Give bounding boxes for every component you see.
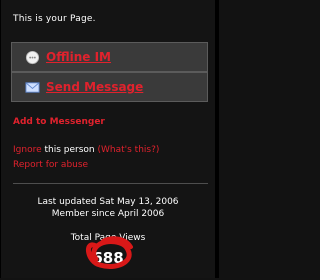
- views-count: 688: [92, 249, 124, 267]
- divider: [13, 183, 208, 184]
- chat-bubble-icon: [25, 50, 40, 65]
- ignore-text: this person: [41, 145, 98, 155]
- envelope-icon: [25, 82, 40, 93]
- last-updated-text: Last updated Sat May 13, 2006: [37, 197, 179, 207]
- member-since-text: Member since April 2006: [51, 209, 165, 219]
- offline-im-box[interactable]: Offline IM: [11, 42, 208, 72]
- add-to-messenger-link[interactable]: Add to Messenger: [13, 117, 105, 127]
- offline-im-link[interactable]: Offline IM: [46, 50, 111, 64]
- ignore-link[interactable]: Ignore: [13, 145, 42, 155]
- ignore-line: Ignore this person (What's this?): [13, 145, 159, 155]
- whats-this-link[interactable]: (What's this?): [97, 145, 159, 155]
- views-label: Total Page Views: [70, 233, 146, 243]
- page-header: This is your Page.: [13, 14, 96, 24]
- send-message-link[interactable]: Send Message: [46, 80, 143, 94]
- report-abuse-link[interactable]: Report for abuse: [13, 160, 88, 170]
- profile-panel: This is your Page. Offline IM Send Messa…: [0, 0, 219, 278]
- send-message-box[interactable]: Send Message: [11, 72, 208, 102]
